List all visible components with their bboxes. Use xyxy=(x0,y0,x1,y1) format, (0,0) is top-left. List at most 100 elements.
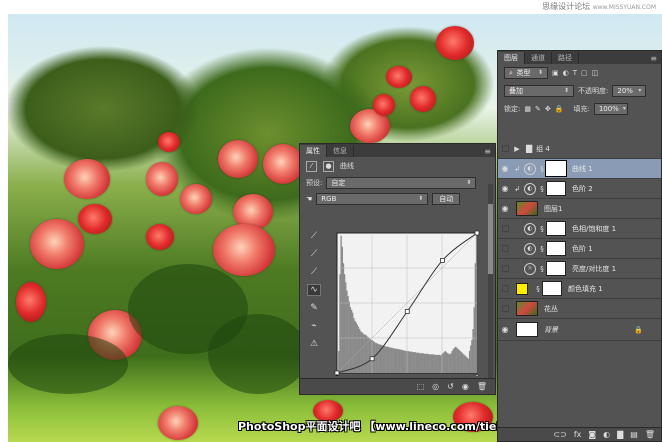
lock-transparent-icon[interactable]: ▦ xyxy=(524,105,531,113)
layer-row-flowers[interactable]: 花丛 xyxy=(498,299,661,319)
layer-mask-icon[interactable]: ● xyxy=(323,160,334,172)
tab-layers[interactable]: 图层 xyxy=(498,52,525,64)
histogram-bar xyxy=(426,353,428,373)
eyedropper-white-icon[interactable]: ⟋ xyxy=(307,266,321,278)
curve-area: ⟋ ⟋ ⟋ ∿ ✎ ⌁ ⚠ xyxy=(304,230,492,376)
layer-row-group4[interactable]: ▶ ▇ 组 4 xyxy=(498,139,661,159)
link-chain-icon[interactable]: § xyxy=(538,265,546,273)
eyedropper-black-icon[interactable]: ⟋ xyxy=(307,230,321,242)
trash-icon[interactable]: 🗑 xyxy=(645,430,655,439)
filter-shape-icon[interactable]: ▢ xyxy=(581,69,588,77)
layer-mask-thumbnail[interactable] xyxy=(546,261,566,276)
pencil-icon[interactable]: ✎ xyxy=(307,302,321,314)
layer-thumbnail[interactable] xyxy=(516,201,538,216)
layer-row-layer1[interactable]: ◉ 图层1 xyxy=(498,199,661,219)
layer-row-levels2[interactable]: ◉ ↲ ◐ § 色阶 2 xyxy=(498,179,661,199)
tab-info[interactable]: 信息 xyxy=(327,145,354,157)
layer-mask-thumbnail[interactable] xyxy=(546,181,566,196)
visibility-eye-icon[interactable]: ◉ xyxy=(498,204,512,213)
link-chain-icon[interactable]: § xyxy=(538,165,546,173)
eyedropper-gray-icon[interactable]: ⟋ xyxy=(307,248,321,260)
auto-button[interactable]: 自动 xyxy=(432,193,461,205)
layer-mask-thumbnail[interactable] xyxy=(545,160,567,177)
layer-mask-thumbnail[interactable] xyxy=(546,241,566,256)
filter-smart-icon[interactable]: ◫ xyxy=(592,69,599,77)
histogram-bar xyxy=(452,348,455,373)
histogram-bar xyxy=(466,357,468,373)
visibility-eye-icon[interactable]: ◉ xyxy=(462,382,469,391)
new-layer-icon[interactable]: ▤ xyxy=(630,430,638,439)
clipping-warning-icon[interactable]: ⚠ xyxy=(307,338,321,350)
color-fill-swatch[interactable] xyxy=(516,282,528,295)
visibility-toggle-off[interactable] xyxy=(501,305,509,312)
histogram-bar xyxy=(463,354,465,373)
smooth-curve-icon[interactable]: ⌁ xyxy=(307,320,321,332)
filter-type-icon[interactable]: T xyxy=(573,69,577,77)
histogram-bar xyxy=(393,348,396,373)
link-chain-icon[interactable]: § xyxy=(534,285,542,293)
histogram-bar xyxy=(449,354,451,373)
layer-row-levels1[interactable]: ◐ § 色阶 1 xyxy=(498,239,661,259)
histogram-bar xyxy=(451,351,453,373)
layer-mask-thumbnail[interactable] xyxy=(542,281,562,296)
lock-image-icon[interactable]: ✎ xyxy=(535,105,541,113)
histogram-bar xyxy=(468,351,471,373)
link-layers-icon[interactable]: ⊂⊃ xyxy=(553,430,566,439)
expand-triangle-icon[interactable]: ▶ xyxy=(512,145,522,153)
link-chain-icon[interactable]: § xyxy=(538,185,546,193)
tab-properties[interactable]: 属性 xyxy=(300,145,327,157)
lock-all-icon[interactable]: 🔒 xyxy=(555,105,564,113)
visibility-toggle-off[interactable] xyxy=(501,285,509,292)
layer-thumbnail[interactable] xyxy=(516,322,538,337)
panel-menu-icon[interactable]: ≡ xyxy=(646,53,661,64)
tab-channels[interactable]: 通道 xyxy=(525,52,552,64)
visibility-eye-icon[interactable]: ◉ xyxy=(498,184,512,193)
visibility-toggle-off[interactable] xyxy=(501,145,509,152)
fill-field[interactable]: 100% ▾ xyxy=(593,103,628,115)
histogram-bar xyxy=(415,352,418,373)
curve-graph[interactable] xyxy=(334,230,480,376)
tab-paths[interactable]: 路径 xyxy=(552,52,579,64)
new-adjustment-icon[interactable]: ◐ xyxy=(603,430,610,439)
filter-type-select[interactable]: ⌕ 类型 ⬍ xyxy=(504,67,548,79)
fx-icon[interactable]: fx xyxy=(574,430,582,439)
layer-row-brightness-contrast1[interactable]: ☼ § 亮度/对比度 1 xyxy=(498,259,661,279)
rose xyxy=(263,144,303,184)
trash-icon[interactable]: 🗑 xyxy=(477,382,487,391)
filter-pixel-icon[interactable]: ▣ xyxy=(552,69,559,77)
reset-icon[interactable]: ↺ xyxy=(447,382,454,391)
visibility-toggle-off[interactable] xyxy=(501,265,509,272)
layer-row-hue-saturation1[interactable]: ◐ § 色相/饱和度 1 xyxy=(498,219,661,239)
panel-menu-icon[interactable]: ≡ xyxy=(480,146,495,157)
new-group-icon[interactable]: ▇ xyxy=(617,430,623,439)
filter-adjustment-icon[interactable]: ◐ xyxy=(563,69,569,77)
add-mask-icon[interactable]: ◙ xyxy=(588,430,596,439)
visibility-toggle-off[interactable] xyxy=(501,225,509,232)
layer-row-curves1[interactable]: ◉ ↲ ◐ § 曲线 1 xyxy=(498,159,661,179)
opacity-field[interactable]: 20% ▾ xyxy=(612,85,647,97)
layer-row-color-fill1[interactable]: § 颜色填充 1 xyxy=(498,279,661,299)
histogram-bar xyxy=(439,355,442,373)
curve-point-tool-icon[interactable]: ∿ xyxy=(307,284,321,296)
histogram-bar xyxy=(362,333,364,373)
layer-row-background[interactable]: ◉ 背景 🔒 xyxy=(498,319,661,341)
histogram-bar xyxy=(361,332,363,373)
layers-panel: 图层 通道 路径 ≡ ⌕ 类型 ⬍ ▣ ◐ T ▢ ◫ 叠加 ⬍ 不透明度: 2… xyxy=(497,50,662,442)
link-chain-icon[interactable]: § xyxy=(538,225,546,233)
histogram-bar xyxy=(397,348,399,373)
layer-mask-thumbnail[interactable] xyxy=(546,221,566,236)
properties-scrollbar[interactable] xyxy=(488,184,493,384)
visibility-toggle-off[interactable] xyxy=(501,245,509,252)
preset-select[interactable]: 自定 ⬍ xyxy=(326,177,477,189)
visibility-eye-icon[interactable]: ◉ xyxy=(498,325,512,334)
hand-target-icon[interactable]: ☚ xyxy=(306,195,312,203)
link-chain-icon[interactable]: § xyxy=(538,245,546,253)
layer-thumbnail[interactable] xyxy=(516,301,538,316)
watermark-text: 思缘设计论坛 xyxy=(542,2,591,11)
channel-select[interactable]: RGB ⬍ xyxy=(316,193,429,205)
clip-to-layer-icon[interactable]: ⬚ xyxy=(417,382,425,391)
visibility-eye-icon[interactable]: ◉ xyxy=(498,164,512,173)
lock-position-icon[interactable]: ✥ xyxy=(545,105,551,113)
view-previous-icon[interactable]: ◎ xyxy=(432,382,439,391)
blend-mode-select[interactable]: 叠加 ⬍ xyxy=(504,85,574,97)
